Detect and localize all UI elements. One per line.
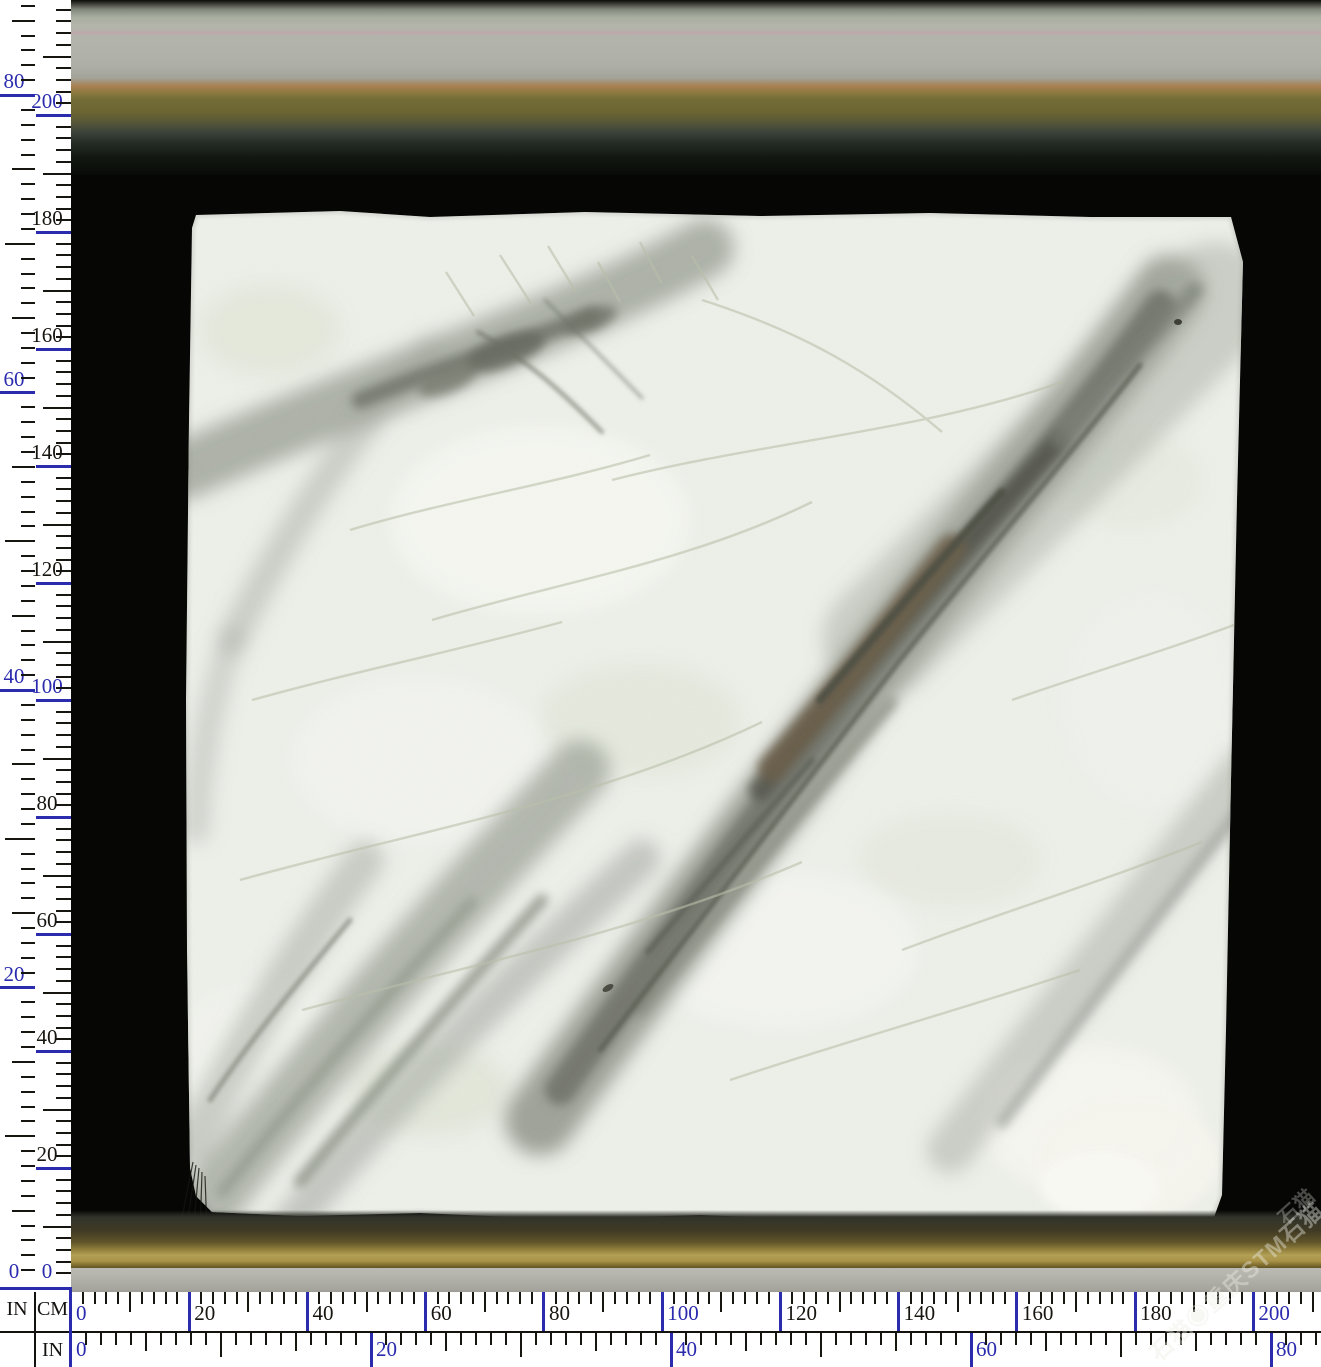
vertical-cm-unit-label: CM bbox=[36, 1299, 69, 1319]
corner-blue-hline bbox=[0, 1287, 71, 1290]
scanner-bed-gray-band bbox=[71, 1268, 1321, 1292]
vertical-inch-unit-label: IN bbox=[0, 1299, 34, 1319]
scanner-top-color-bands bbox=[71, 0, 1321, 175]
scanner-background bbox=[71, 0, 1321, 1292]
ruler-row-separator-line bbox=[0, 1331, 1321, 1333]
slab-scan-viewport: IN CM IN 2040608010012014016018020002040… bbox=[0, 0, 1321, 1367]
scanner-bed-gold-band bbox=[71, 1210, 1321, 1268]
horizontal-rulers-background bbox=[0, 1292, 1321, 1367]
horizontal-inch-unit-label: IN bbox=[36, 1340, 69, 1360]
corner-blue-vline bbox=[69, 1287, 72, 1367]
vertical-rulers-background bbox=[0, 0, 71, 1292]
